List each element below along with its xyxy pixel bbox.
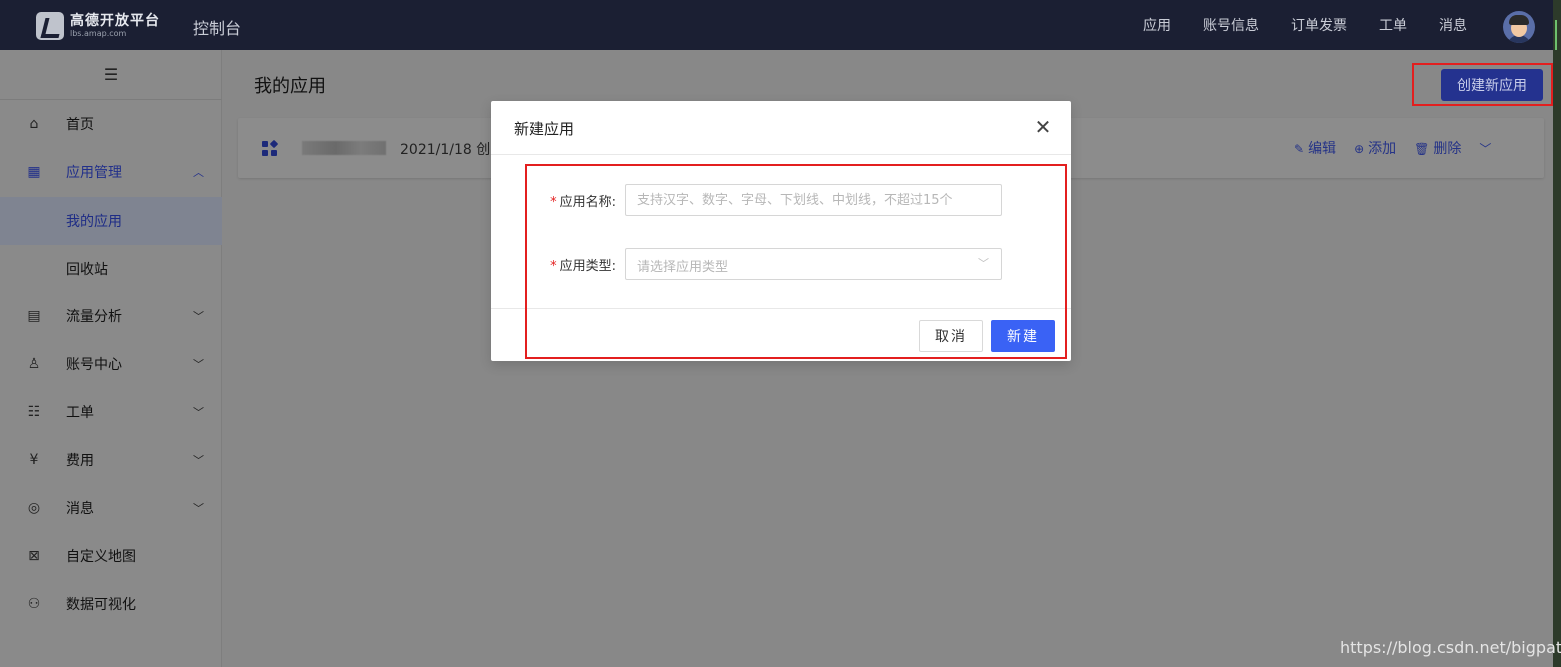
chevron-down-icon: ﹀ [978, 257, 989, 270]
app-name-redacted [302, 141, 386, 155]
sidebar-item-label: 数据可视化 [66, 597, 136, 613]
sidebar-item-home[interactable]: ⌂ 首页 [0, 100, 222, 148]
add-label: 添加 [1368, 141, 1397, 157]
sidebar-item-account-center[interactable]: ♙ 账号中心 ﹀ [0, 340, 222, 388]
sidebar-item-label: 费用 [66, 453, 94, 469]
chevron-down-icon: ﹀ [193, 502, 204, 515]
sidebar-item-label: 应用管理 [66, 165, 122, 181]
topnav-account-info[interactable]: 账号信息 [1203, 15, 1259, 35]
menu-collapse-icon[interactable]: ☰ [0, 50, 222, 100]
message-icon: ◎ [27, 500, 41, 516]
home-icon: ⌂ [29, 116, 39, 132]
topnav-orders-invoices[interactable]: 订单发票 [1291, 15, 1347, 35]
avatar-hair [1509, 15, 1529, 25]
required-mark: * [550, 195, 557, 210]
app-created-date: 2021/1/18 创建 [400, 142, 505, 158]
sidebar-item-custom-map[interactable]: ⊠ 自定义地图 [0, 532, 222, 580]
edit-app-button[interactable]: ✎ 编辑 [1294, 138, 1336, 158]
app-type-label: * 应用类型: [550, 259, 616, 274]
sidebar-item-label: 工单 [66, 405, 94, 421]
visual-icon: ⚇ [27, 596, 41, 612]
create-button[interactable]: 新建 [991, 320, 1055, 352]
chevron-down-icon: ﹀ [193, 454, 204, 467]
delete-app-button[interactable]: 🗑 删除 [1414, 138, 1461, 158]
sidebar: ☰ ⌂ 首页 ▦ 应用管理 ︿ 我的应用 回收站 ▤ 流量分析 ﹀ ♙ 账号中心… [0, 50, 222, 667]
app-type-label-text: 应用类型 [559, 259, 612, 274]
sidebar-item-messages[interactable]: ◎ 消息 ﹀ [0, 484, 222, 532]
logo-title: 高德开放平台 [70, 13, 160, 29]
ticket-icon: ☷ [27, 404, 41, 420]
edit-label: 编辑 [1308, 141, 1337, 157]
window-edge [1553, 0, 1561, 667]
sidebar-item-tickets[interactable]: ☷ 工单 ﹀ [0, 388, 222, 436]
apps-icon: ▦ [27, 164, 41, 180]
chart-icon: ▤ [27, 308, 41, 324]
plus-circle-icon: ⊕ [1354, 142, 1365, 156]
edit-icon: ✎ [1294, 142, 1305, 156]
expand-chevron-icon[interactable]: ﹀ [1479, 140, 1491, 157]
app-name-label: * 应用名称: [550, 195, 616, 210]
console-title[interactable]: 控制台 [193, 15, 241, 39]
sidebar-item-recycle-bin[interactable]: 回收站 [0, 245, 222, 293]
cancel-button[interactable]: 取消 [919, 320, 983, 352]
sidebar-item-label: 流量分析 [66, 309, 122, 325]
add-key-button[interactable]: ⊕ 添加 [1354, 138, 1396, 158]
app-type-select[interactable]: 请选择应用类型 ﹀ [625, 248, 1002, 280]
sidebar-item-label: 我的应用 [66, 214, 122, 230]
sidebar-item-data-visualization[interactable]: ⚇ 数据可视化 [0, 580, 222, 628]
chevron-up-icon: ︿ [193, 166, 204, 179]
sidebar-item-label: 回收站 [66, 262, 108, 278]
top-nav: 应用 账号信息 订单发票 工单 消息 [1143, 0, 1467, 50]
app-name-input[interactable] [625, 184, 1002, 216]
sidebar-item-my-apps[interactable]: 我的应用 [0, 197, 222, 245]
app-name-label-text: 应用名称 [559, 195, 612, 210]
topnav-tickets[interactable]: 工单 [1379, 15, 1407, 35]
chevron-down-icon: ﹀ [193, 406, 204, 419]
create-button-highlight-box [1412, 63, 1553, 106]
app-name-row: * 应用名称: [491, 184, 1071, 216]
app-type-row: * 应用类型: 请选择应用类型 ﹀ [491, 248, 1071, 280]
app-card-actions: ✎ 编辑 ⊕ 添加 🗑 删除 ﹀ [1294, 138, 1491, 158]
top-navbar: 高德开放平台 lbs.amap.com 控制台 应用 账号信息 订单发票 工单 … [0, 0, 1561, 50]
topnav-apps[interactable]: 应用 [1143, 15, 1171, 35]
sidebar-item-label: 消息 [66, 501, 94, 517]
dialog-title: 新建应用 [514, 120, 575, 138]
sidebar-item-label: 账号中心 [66, 357, 122, 373]
amap-logo[interactable]: 高德开放平台 lbs.amap.com [36, 10, 166, 42]
trash-icon: 🗑 [1414, 142, 1430, 156]
sidebar-item-app-management[interactable]: ▦ 应用管理 ︿ [0, 148, 222, 196]
sidebar-item-traffic-analysis[interactable]: ▤ 流量分析 ﹀ [0, 292, 222, 340]
logo-subtitle: lbs.amap.com [70, 29, 127, 38]
sidebar-item-billing[interactable]: ¥ 费用 ﹀ [0, 436, 222, 484]
app-type-placeholder: 请选择应用类型 [637, 260, 729, 275]
required-mark: * [550, 259, 557, 274]
app-grid-icon [262, 139, 279, 157]
chevron-down-icon: ﹀ [193, 358, 204, 371]
new-app-dialog: 新建应用 ✕ *应用名称: *应用类型: 请选择应用类型 ﹀ 取消 新建 [491, 101, 1071, 361]
watermark: https://blog.csdn.net/bigpatten [1340, 638, 1561, 657]
dialog-header: 新建应用 ✕ [491, 101, 1071, 155]
yen-icon: ¥ [29, 452, 39, 468]
sidebar-item-label: 首页 [66, 117, 94, 133]
delete-label: 删除 [1433, 141, 1462, 157]
chevron-down-icon: ﹀ [193, 310, 204, 323]
amap-logo-icon [36, 12, 64, 40]
user-icon: ♙ [27, 356, 41, 372]
map-icon: ⊠ [28, 548, 40, 564]
sidebar-item-label: 自定义地图 [66, 549, 136, 565]
user-avatar[interactable] [1503, 11, 1535, 43]
close-icon[interactable]: ✕ [1031, 115, 1055, 139]
dialog-footer: 取消 新建 [491, 308, 1071, 361]
topnav-messages[interactable]: 消息 [1439, 15, 1467, 35]
page-title: 我的应用 [254, 76, 326, 97]
